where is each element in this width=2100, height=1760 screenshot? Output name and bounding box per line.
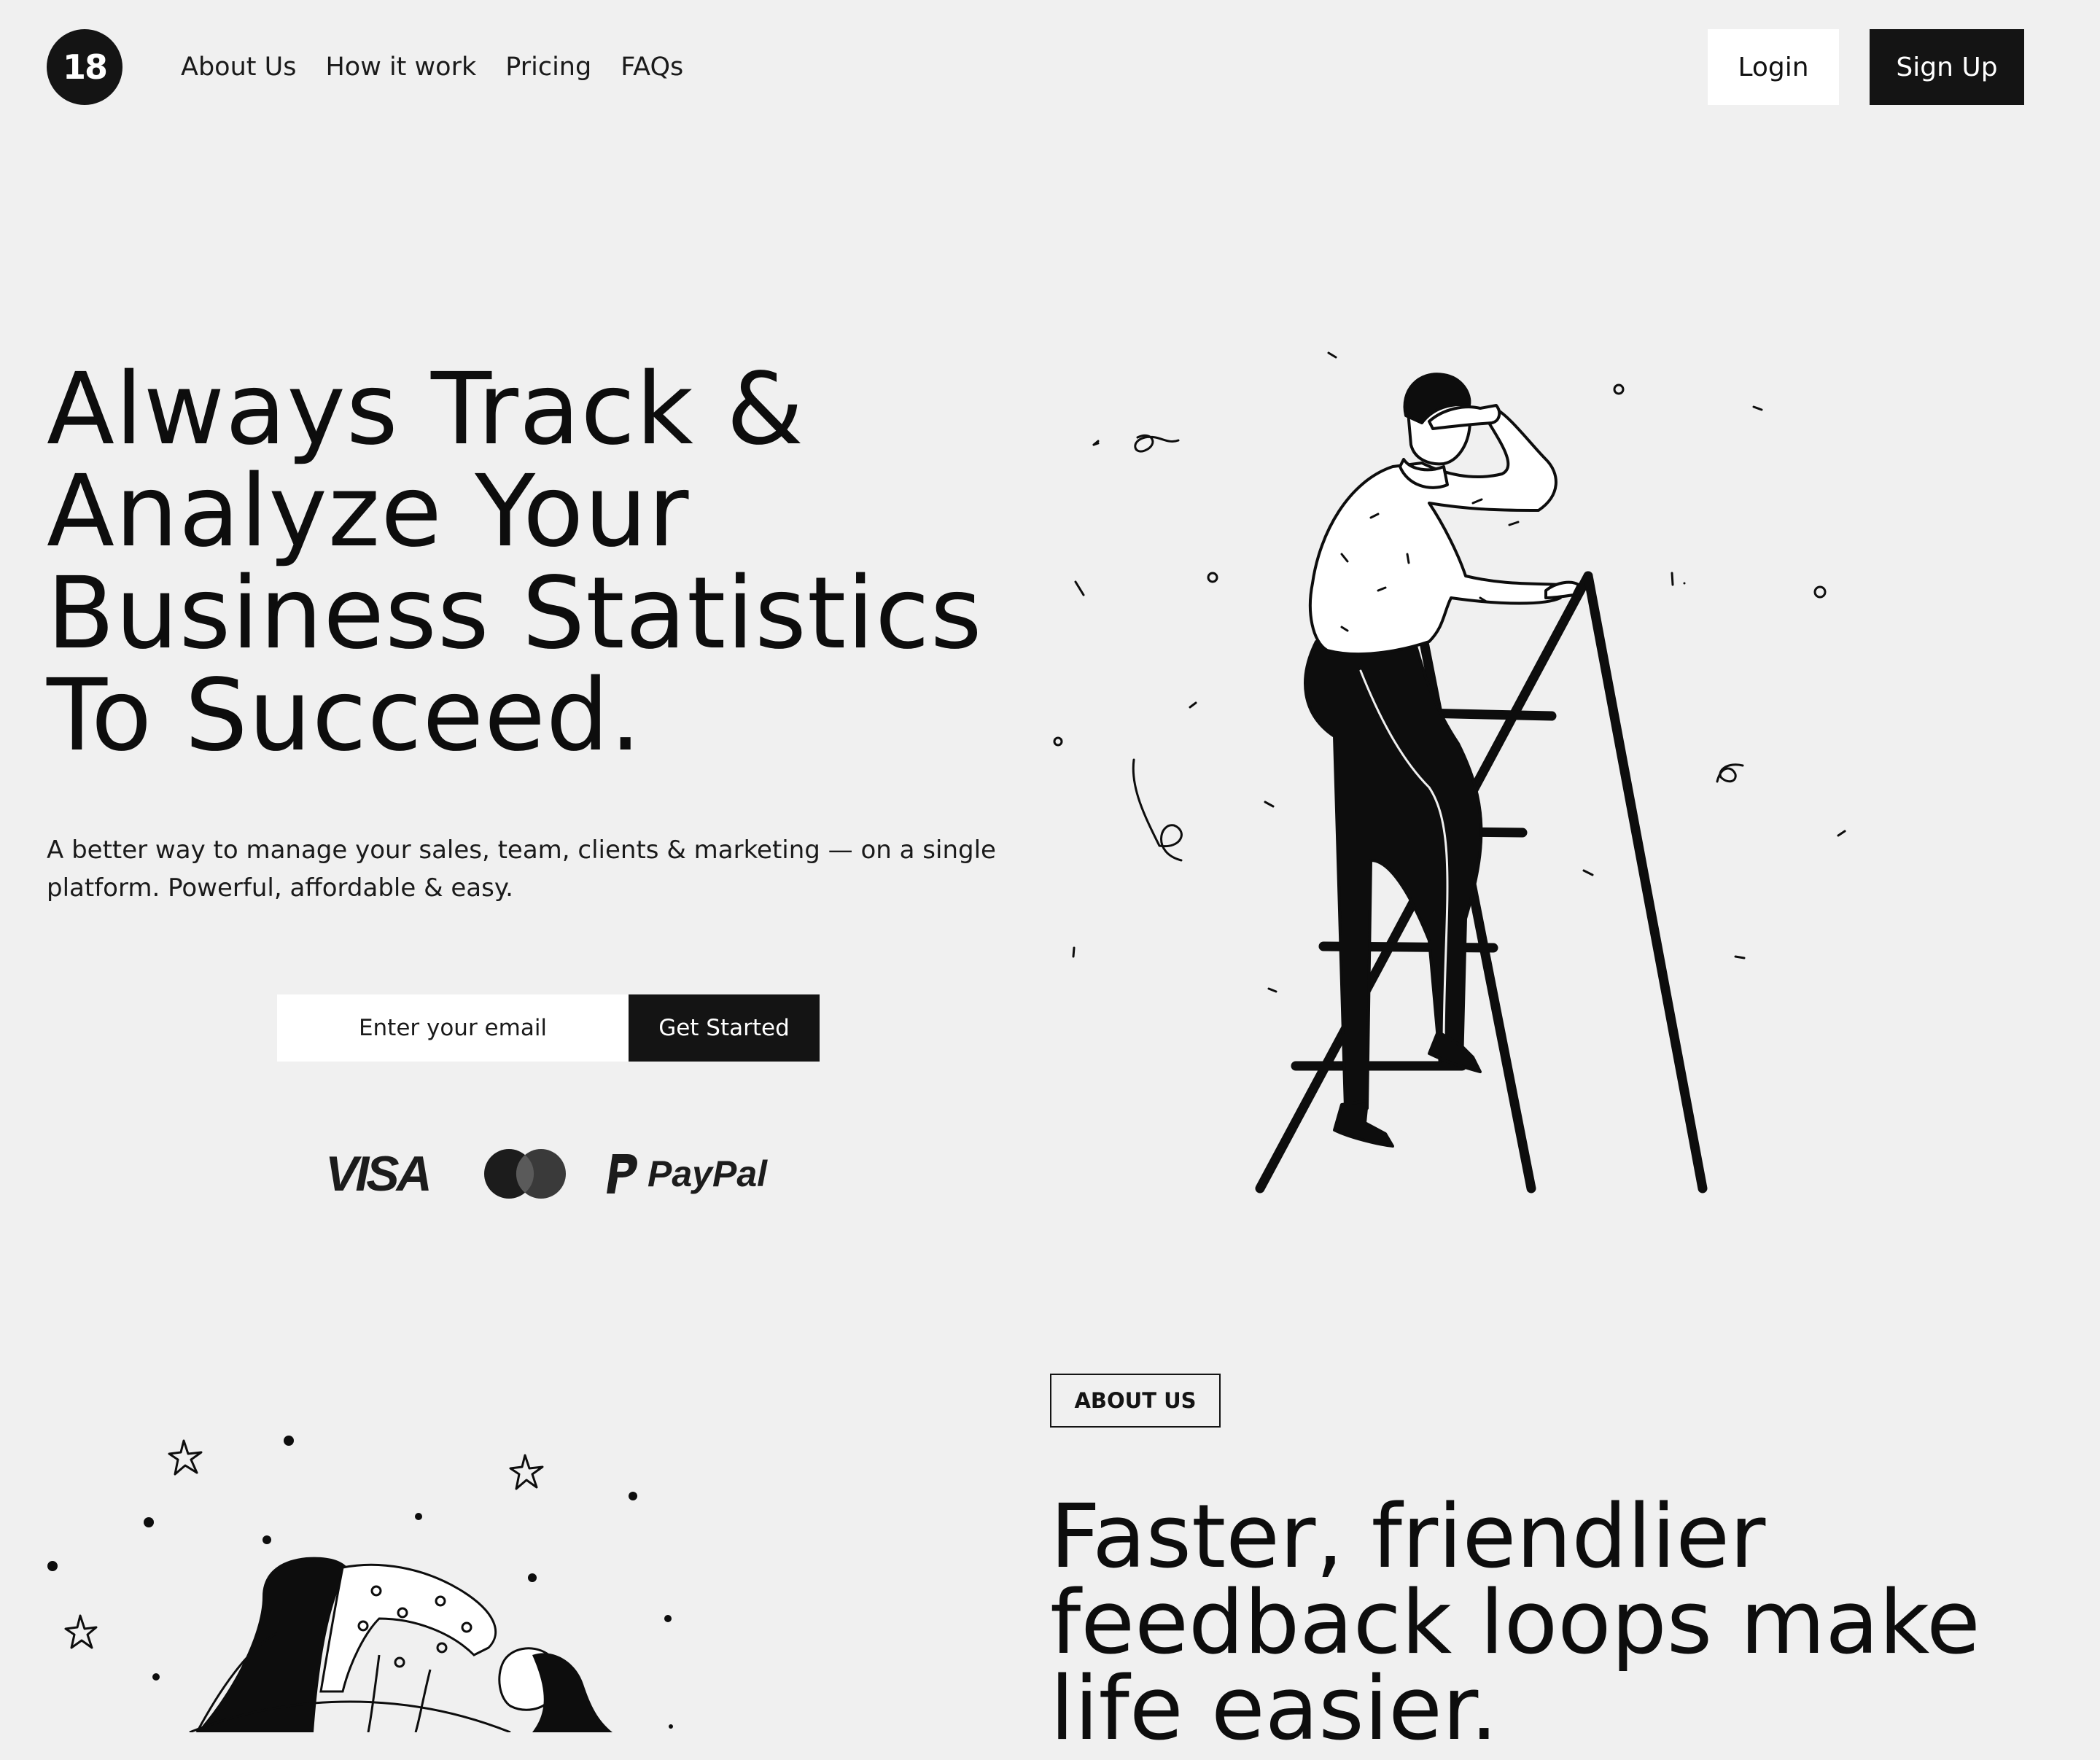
paypal-logo: PayPal xyxy=(605,1137,767,1210)
man-on-ladder-illustration xyxy=(1053,351,1846,1194)
login-button[interactable]: Login xyxy=(1708,29,1839,105)
mastercard-icon xyxy=(483,1137,567,1210)
email-input[interactable] xyxy=(277,994,629,1062)
about-title: Faster, friendlier feedback loops make l… xyxy=(1050,1487,1980,1760)
nav-faqs[interactable]: FAQs xyxy=(621,47,683,87)
hero-title-line: Always Track & xyxy=(47,352,805,467)
get-started-button[interactable]: Get Started xyxy=(629,994,820,1062)
paypal-wordmark: PayPal xyxy=(648,1153,768,1194)
about-us-badge: ABOUT US xyxy=(1050,1374,1221,1428)
paypal-icon xyxy=(607,1154,637,1194)
woman-bending-illustration xyxy=(47,1436,673,1732)
brand-logo[interactable]: 18 xyxy=(47,29,122,105)
hero-title-line: Business Statistics xyxy=(47,556,983,671)
nav-pricing[interactable]: Pricing xyxy=(505,47,591,87)
main-nav: About Us How it work Pricing FAQs xyxy=(181,47,683,87)
nav-how-it-work[interactable]: How it work xyxy=(325,47,476,87)
visa-logo: VISA xyxy=(325,1146,432,1202)
nav-about-us[interactable]: About Us xyxy=(181,47,296,87)
signup-button[interactable]: Sign Up xyxy=(1870,29,2024,105)
hero-title-line: To Succeed. xyxy=(47,658,642,774)
hero-title: Always Track & Analyze Your Business Sta… xyxy=(47,359,1068,767)
hero-title-line: Analyze Your xyxy=(47,454,690,569)
hero-subtitle: A better way to manage your sales, team,… xyxy=(47,836,996,903)
